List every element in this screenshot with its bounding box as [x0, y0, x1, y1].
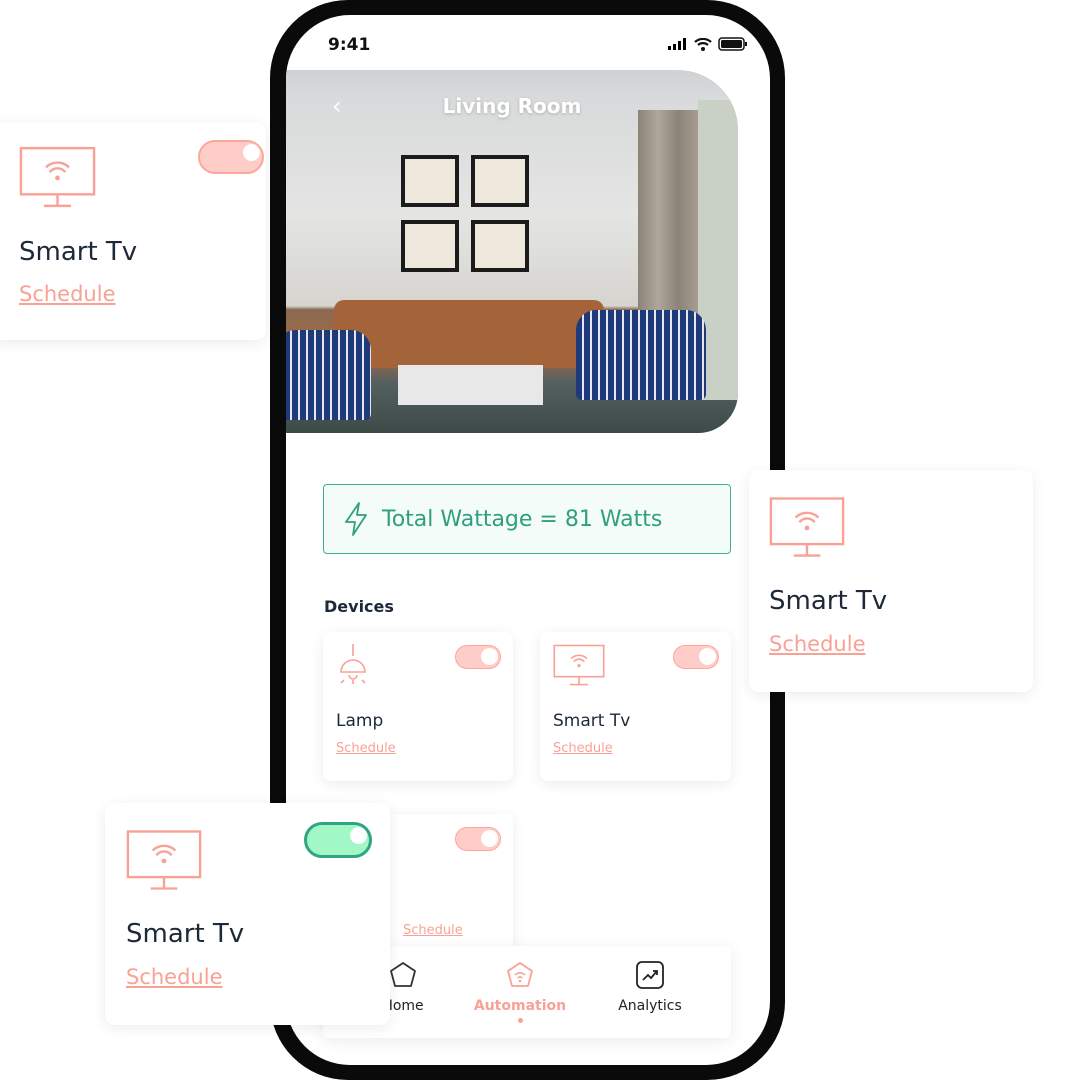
device-card-smart-tv[interactable]: Smart Tv Schedule: [540, 632, 731, 781]
analytics-icon: [636, 961, 664, 989]
battery-icon: [718, 37, 747, 51]
device-name: Smart Tv: [19, 237, 138, 267]
devices-heading: Devices: [324, 597, 394, 616]
smart-tv-toggle[interactable]: [673, 645, 719, 669]
status-time: 9:41: [328, 35, 371, 55]
floating-card-smart-tv-bottom-left[interactable]: Smart Tv Schedule: [105, 803, 390, 1025]
page-title: Living Room: [442, 94, 582, 118]
device-name: Smart Tv: [769, 586, 888, 616]
tv-wifi-icon: [553, 644, 605, 686]
status-icons: [668, 37, 748, 51]
tv-wifi-icon: [19, 146, 96, 208]
nav-automation[interactable]: Automation: [460, 960, 580, 1023]
home-icon: [390, 962, 416, 987]
schedule-link[interactable]: Schedule: [126, 965, 223, 989]
device-name: Smart Tv: [553, 711, 631, 731]
floating-card-smart-tv-right[interactable]: Smart Tv Schedule: [749, 470, 1033, 692]
schedule-link[interactable]: Schedule: [336, 741, 396, 756]
device-card-lamp[interactable]: Lamp Schedule: [323, 632, 513, 781]
device-name: Smart Tv: [126, 919, 245, 949]
nav-analytics[interactable]: Analytics: [590, 960, 710, 1014]
lamp-toggle[interactable]: [455, 645, 501, 669]
device-toggle[interactable]: [455, 827, 501, 851]
signal-icon: [668, 38, 686, 50]
tv-wifi-icon: [769, 496, 845, 558]
floating-card-smart-tv-top-left[interactable]: Smart Tv Schedule: [0, 122, 266, 340]
smart-tv-toggle[interactable]: [198, 140, 264, 174]
lamp-icon: [340, 644, 366, 684]
active-indicator: [517, 1018, 523, 1023]
smart-tv-toggle[interactable]: [304, 822, 372, 858]
tv-wifi-icon: [126, 829, 202, 891]
room-photo: ‹ Living Room: [286, 70, 738, 433]
device-name: Lamp: [336, 711, 384, 731]
total-wattage-banner: Total Wattage = 81 Watts: [323, 484, 731, 554]
wifi-icon: [694, 37, 712, 51]
wattage-text: Total Wattage = 81 Watts: [382, 506, 663, 532]
schedule-link[interactable]: Schedule: [19, 282, 116, 306]
schedule-link[interactable]: Schedule: [769, 632, 866, 656]
schedule-link[interactable]: Schedule: [403, 923, 463, 938]
lightning-icon: [345, 502, 367, 536]
schedule-link[interactable]: Schedule: [553, 741, 613, 756]
automation-icon: [507, 962, 533, 987]
